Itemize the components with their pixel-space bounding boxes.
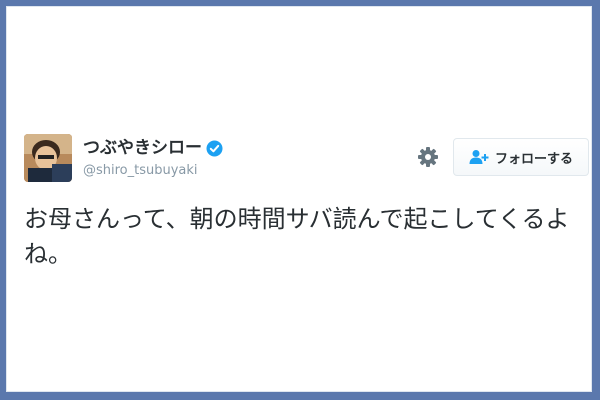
gear-icon[interactable]: [417, 146, 439, 168]
avatar-image: [24, 134, 72, 182]
name-row: つぶやきシロー: [83, 138, 223, 158]
tweet-card: つぶやきシロー @shiro_tsubuyaki フォローする お母さんって、朝…: [6, 6, 592, 392]
display-name[interactable]: つぶやきシロー: [83, 138, 202, 158]
follow-button[interactable]: フォローする: [453, 138, 589, 176]
user-handle[interactable]: @shiro_tsubuyaki: [83, 163, 198, 178]
follow-button-label: フォローする: [494, 151, 573, 167]
verified-badge-icon: [206, 140, 223, 157]
tweet-text: お母さんって、朝の時間サバ読んで起こしてくるよね。: [24, 205, 570, 268]
person-add-icon: [469, 149, 489, 165]
avatar[interactable]: [24, 134, 72, 182]
